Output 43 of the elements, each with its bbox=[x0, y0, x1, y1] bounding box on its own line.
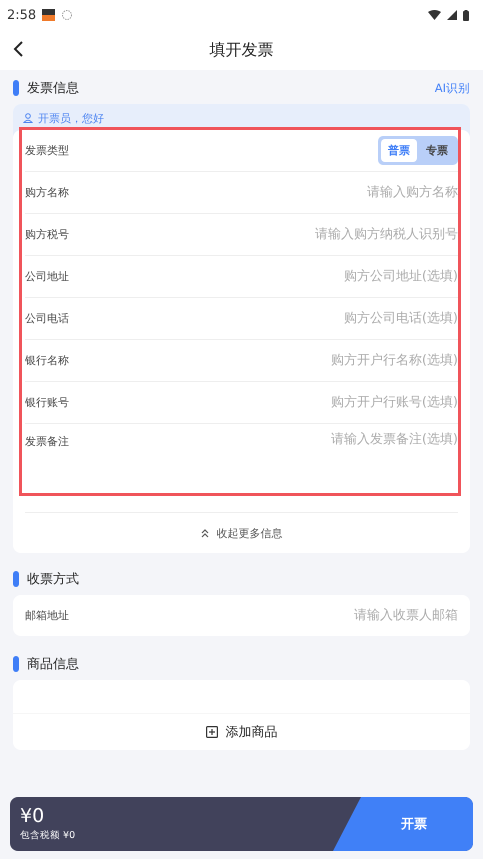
input-field[interactable]: 购方公司电话(选填) bbox=[105, 311, 458, 326]
section-marker bbox=[13, 656, 19, 672]
input-field[interactable]: 请输入发票备注(选填) bbox=[105, 432, 458, 447]
field-label: 公司地址 bbox=[25, 269, 70, 284]
invoice-type-option[interactable]: 专票 bbox=[419, 139, 455, 162]
greeting-text: 开票员，您好 bbox=[38, 110, 104, 126]
field-label: 公司电话 bbox=[25, 311, 70, 326]
status-time: 2:58 bbox=[7, 8, 36, 22]
user-icon bbox=[23, 113, 33, 123]
field-label: 邮箱地址 bbox=[25, 608, 70, 623]
invoice-type-option[interactable]: 普票 bbox=[381, 139, 417, 162]
back-icon[interactable] bbox=[12, 40, 24, 58]
double-chevron-up-icon bbox=[200, 528, 208, 538]
collapse-button[interactable]: 收起更多信息 bbox=[13, 513, 470, 553]
input-field[interactable]: 请输入购方纳税人识别号 bbox=[105, 227, 458, 242]
field-label: 购方名称 bbox=[25, 185, 70, 200]
section-title: 发票信息 bbox=[27, 80, 79, 97]
tax-amount: 包含税额 ¥0 bbox=[20, 829, 76, 842]
add-goods-button[interactable]: 添加商品 bbox=[13, 714, 470, 750]
section-title: 商品信息 bbox=[27, 656, 79, 673]
issue-invoice-button[interactable]: 开票 bbox=[333, 797, 473, 851]
input-field[interactable]: 请输入收票人邮箱 bbox=[105, 608, 458, 623]
ai-recognize-link[interactable]: AI识别 bbox=[434, 80, 470, 96]
section-marker bbox=[13, 80, 19, 96]
total-amount: ¥0 bbox=[20, 805, 46, 827]
signal-icon bbox=[447, 10, 457, 20]
plus-square-icon bbox=[206, 726, 218, 738]
field-label: 发票类型 bbox=[25, 143, 70, 158]
section-title: 收票方式 bbox=[27, 571, 79, 588]
field-label: 发票备注 bbox=[25, 434, 70, 449]
field-label: 银行名称 bbox=[25, 353, 70, 368]
wifi-icon bbox=[428, 10, 441, 20]
notification-icon bbox=[42, 9, 56, 21]
input-field[interactable]: 购方公司地址(选填) bbox=[105, 269, 458, 284]
page-title: 填开发票 bbox=[210, 40, 274, 60]
input-field[interactable]: 请输入购方名称 bbox=[105, 185, 458, 200]
field-label: 银行账号 bbox=[25, 395, 70, 410]
battery-icon bbox=[463, 10, 469, 20]
input-field[interactable]: 购方开户行账号(选填) bbox=[105, 395, 458, 410]
field-label: 购方税号 bbox=[25, 227, 70, 242]
email-field[interactable]: 邮箱地址 请输入收票人邮箱 bbox=[13, 595, 470, 636]
input-field[interactable]: 购方开户行名称(选填) bbox=[105, 353, 458, 368]
section-marker bbox=[13, 571, 19, 587]
